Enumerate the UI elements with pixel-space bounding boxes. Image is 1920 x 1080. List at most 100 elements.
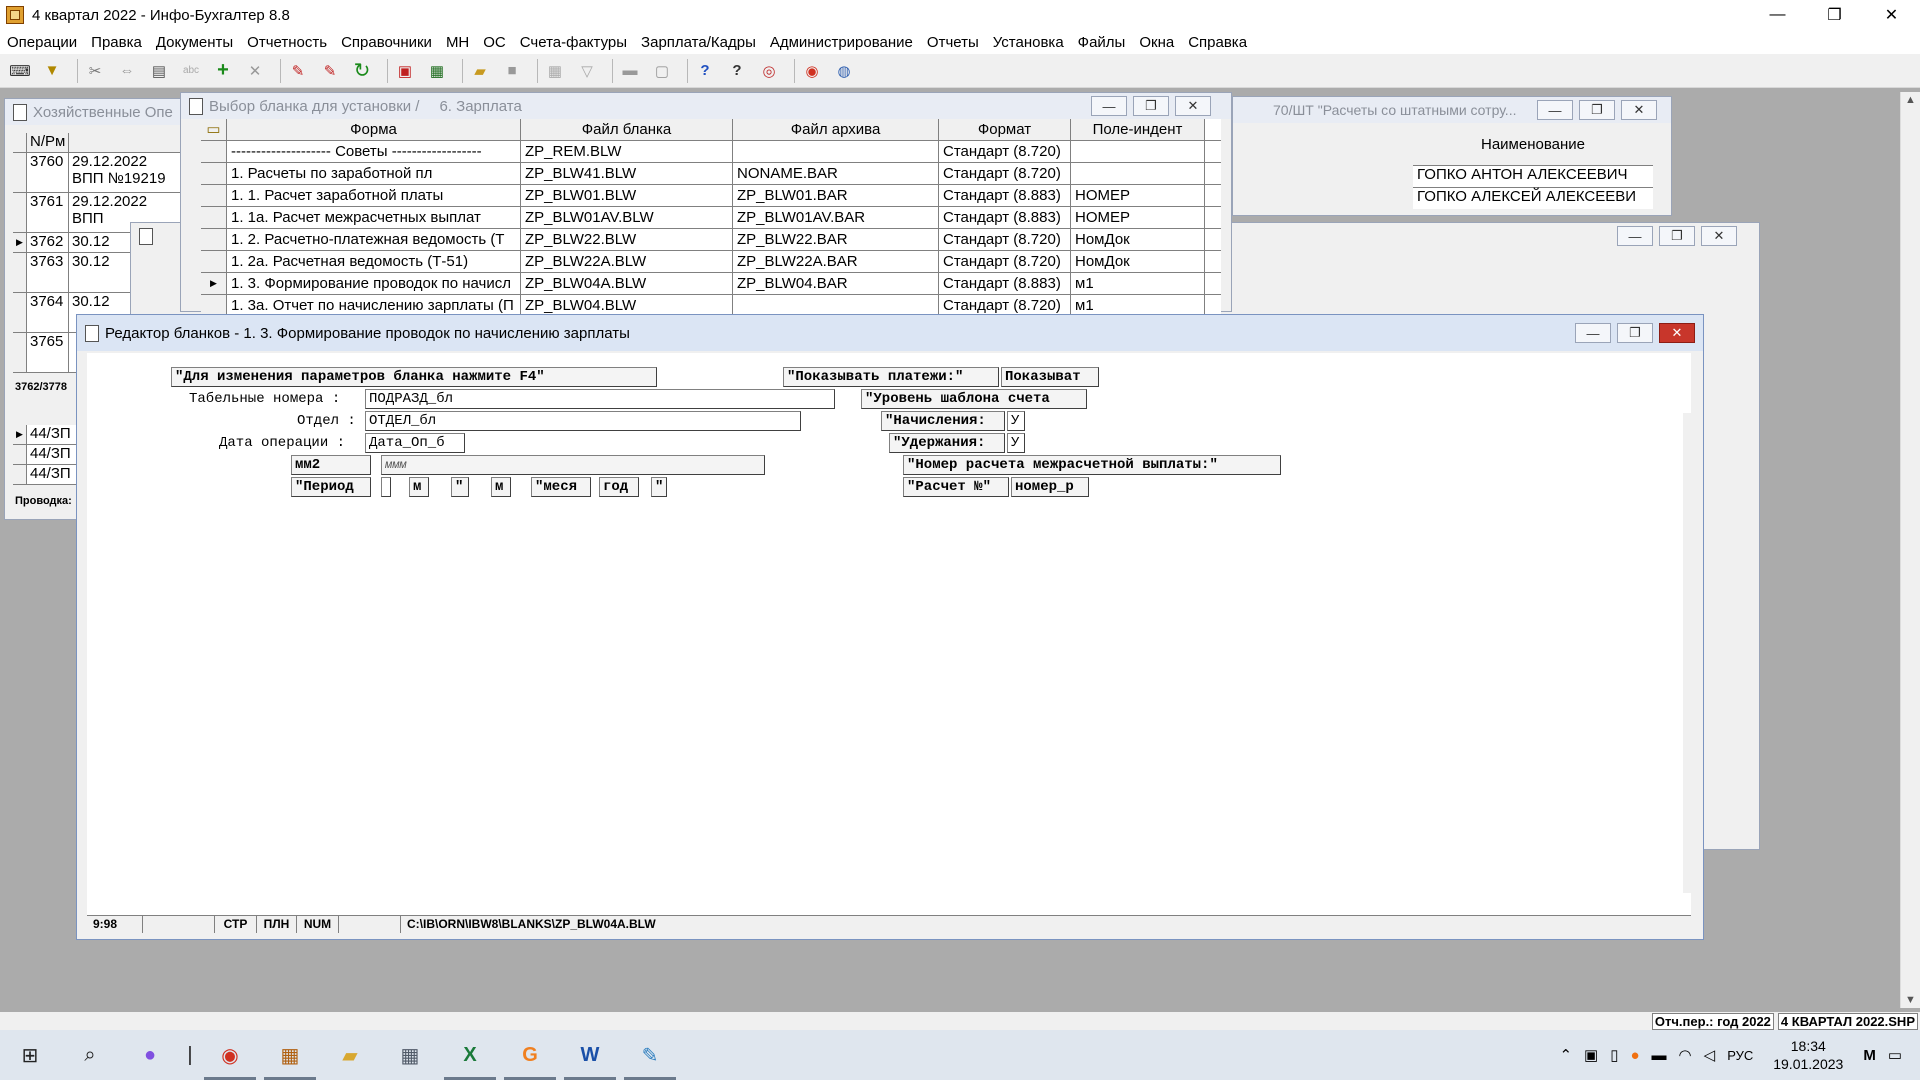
table-row[interactable]: 1. 1а. Расчет межрасчетных выплат ZP_BLW0… [201, 207, 1221, 229]
blank-select-title[interactable]: Выбор бланка для установки / 6. Зарплата… [181, 93, 1231, 119]
keyboard-icon[interactable]: ⌨ [8, 59, 32, 83]
maximize-button[interactable]: ❐ [1659, 226, 1695, 246]
field-hint[interactable]: "Для изменения параметров бланка нажмите… [171, 367, 657, 387]
globe-icon[interactable]: ◍ [832, 59, 856, 83]
field-mm2[interactable]: мм2 [291, 455, 371, 475]
maximize-button[interactable]: ❐ [1133, 96, 1169, 116]
menu-reporting[interactable]: Отчетность [240, 34, 334, 51]
blank-editor-window[interactable]: Редактор бланков - 1. 3. Формирование пр… [76, 314, 1704, 940]
replace-icon[interactable]: ✎ [318, 59, 342, 83]
staff-window[interactable]: 70/ШТ "Расчеты со штатными сотру... — ❐ … [1232, 96, 1672, 216]
save-icon[interactable]: ■ [500, 59, 524, 83]
preview-icon[interactable]: ▢ [650, 59, 674, 83]
field-calc-value[interactable]: номер_р [1011, 477, 1089, 497]
ime-icon[interactable]: M [1857, 1047, 1882, 1064]
menu-documents[interactable]: Документы [149, 34, 240, 51]
field-department[interactable]: ОТДЕЛ_бл [365, 411, 801, 431]
paint-icon[interactable]: ✎ [620, 1030, 680, 1080]
battery-icon[interactable]: ▬ [1646, 1047, 1673, 1064]
network-share-icon[interactable]: ▣ [1578, 1046, 1604, 1064]
minimize-button[interactable]: — [1749, 0, 1806, 30]
chevron-up-icon[interactable]: ⌃ [1553, 1046, 1578, 1064]
menu-help[interactable]: Справка [1181, 34, 1254, 51]
abc-icon[interactable]: abc [179, 59, 203, 83]
scroll-down-icon[interactable]: ▼ [1905, 994, 1916, 1006]
menu-salary[interactable]: Зарплата/Кадры [634, 34, 763, 51]
field-accruals[interactable]: "Начисления: [881, 411, 1005, 431]
calculator-icon[interactable]: ▦ [425, 59, 449, 83]
paste-icon[interactable]: ▤ [147, 59, 171, 83]
folder-icon[interactable]: ▭ [201, 119, 227, 140]
context-help-icon[interactable]: ? [725, 59, 749, 83]
folder-icon[interactable]: ▰ [320, 1030, 380, 1080]
menu-references[interactable]: Справочники [334, 34, 439, 51]
field-period-spacer[interactable] [381, 477, 391, 497]
delete-icon[interactable]: ✕ [243, 59, 267, 83]
usb-icon[interactable]: ▯ [1604, 1046, 1624, 1064]
field-calc[interactable]: "Расчет №" [903, 477, 1009, 497]
cut-icon[interactable]: ✂ [83, 59, 107, 83]
main-scrollbar[interactable]: ▲ ▼ [1900, 92, 1920, 1008]
calculator-icon[interactable]: ▦ [380, 1030, 440, 1080]
field-month[interactable]: "меся [531, 477, 591, 497]
assistant-icon[interactable]: ● [120, 1030, 180, 1080]
field-year[interactable]: год [599, 477, 639, 497]
table-row[interactable]: -------------------- Советы ------------… [201, 141, 1221, 163]
menu-setup[interactable]: Установка [986, 34, 1071, 51]
staff-window-title[interactable]: 70/ШТ "Расчеты со штатными сотру... — ❐ … [1233, 97, 1671, 123]
grid-icon[interactable]: ▦ [543, 59, 567, 83]
field-deductions[interactable]: "Удержания: [889, 433, 1005, 453]
excel-icon[interactable]: X [440, 1030, 500, 1080]
field-show-payments-value[interactable]: Показыват [1001, 367, 1099, 387]
abacus-icon[interactable]: ▦ [260, 1030, 320, 1080]
help-icon[interactable]: ? [693, 59, 717, 83]
menu-admin[interactable]: Администрирование [763, 34, 920, 51]
field-show-payments[interactable]: "Показывать платежи:" [783, 367, 999, 387]
minimize-button[interactable]: — [1575, 323, 1611, 343]
field-period[interactable]: "Период [291, 477, 371, 497]
table-row[interactable]: ГОПКО АЛЕКСЕЙ АЛЕКСЕЕВИ [1413, 187, 1653, 209]
filter2-icon[interactable]: ▽ [575, 59, 599, 83]
blank-grid[interactable]: ▭ Форма Файл бланка Файл архива Формат П… [201, 119, 1221, 317]
filter-icon[interactable]: ▼ [40, 59, 64, 83]
close-button[interactable]: ✕ [1175, 96, 1211, 116]
wifi-icon[interactable]: ◠ [1673, 1046, 1698, 1064]
minimize-button[interactable]: — [1617, 226, 1653, 246]
editor-canvas[interactable]: "Для изменения параметров бланка нажмите… [87, 353, 1691, 915]
menu-mn[interactable]: МН [439, 34, 476, 51]
compass-icon[interactable]: ◎ [757, 59, 781, 83]
scroll-up-icon[interactable]: ▲ [1905, 94, 1916, 106]
table-row[interactable]: 1. 2. Расчетно-платежная ведомость (Т ZP_… [201, 229, 1221, 251]
word-icon[interactable]: W [560, 1030, 620, 1080]
table-row[interactable]: 1. Расчеты по заработной пл ZP_BLW41.BLW N… [201, 163, 1221, 185]
field-m1[interactable]: м [409, 477, 429, 497]
search-icon[interactable]: ⌕ [60, 1030, 120, 1080]
close-button[interactable]: ✕ [1701, 226, 1737, 246]
field-m2[interactable]: м [491, 477, 511, 497]
avast-icon[interactable]: ● [1624, 1047, 1645, 1064]
clock[interactable]: 18:34 19.01.2023 [1759, 1037, 1857, 1073]
maximize-button[interactable]: ❐ [1806, 0, 1863, 30]
menu-files[interactable]: Файлы [1071, 34, 1133, 51]
close-button[interactable]: ✕ [1863, 0, 1920, 30]
menu-invoices[interactable]: Счета-фактуры [513, 34, 634, 51]
menu-edit[interactable]: Правка [84, 34, 149, 51]
field-deductions-value[interactable]: У [1007, 433, 1025, 453]
field-calc-number-label[interactable]: "Номер расчета межрасчетной выплаты:" [903, 455, 1281, 475]
close-button[interactable]: ✕ [1659, 323, 1695, 343]
table-row-selected[interactable]: ▶ 1. 3. Формирование проводок по начисл ZP… [201, 273, 1221, 295]
open-folder-icon[interactable]: ▰ [468, 59, 492, 83]
field-tab-numbers[interactable]: ПОДРАЗД_бл [365, 389, 835, 409]
field-mmm[interactable]: ммм [381, 455, 765, 475]
chrome-icon[interactable]: ◉ [200, 1030, 260, 1080]
refresh-icon[interactable]: ↻ [350, 59, 374, 83]
minimize-button[interactable]: — [1537, 100, 1573, 120]
editor-scrollbar[interactable] [1683, 413, 1691, 893]
field-quote-1[interactable]: " [451, 477, 469, 497]
move-icon[interactable]: ⇔ [115, 59, 139, 83]
add-icon[interactable]: + [211, 59, 235, 83]
field-template-level[interactable]: "Уровень шаблона счета [861, 389, 1087, 409]
menu-os[interactable]: ОС [476, 34, 513, 51]
field-operation-date[interactable]: Дата_Оп_б [365, 433, 465, 453]
maximize-button[interactable]: ❐ [1579, 100, 1615, 120]
